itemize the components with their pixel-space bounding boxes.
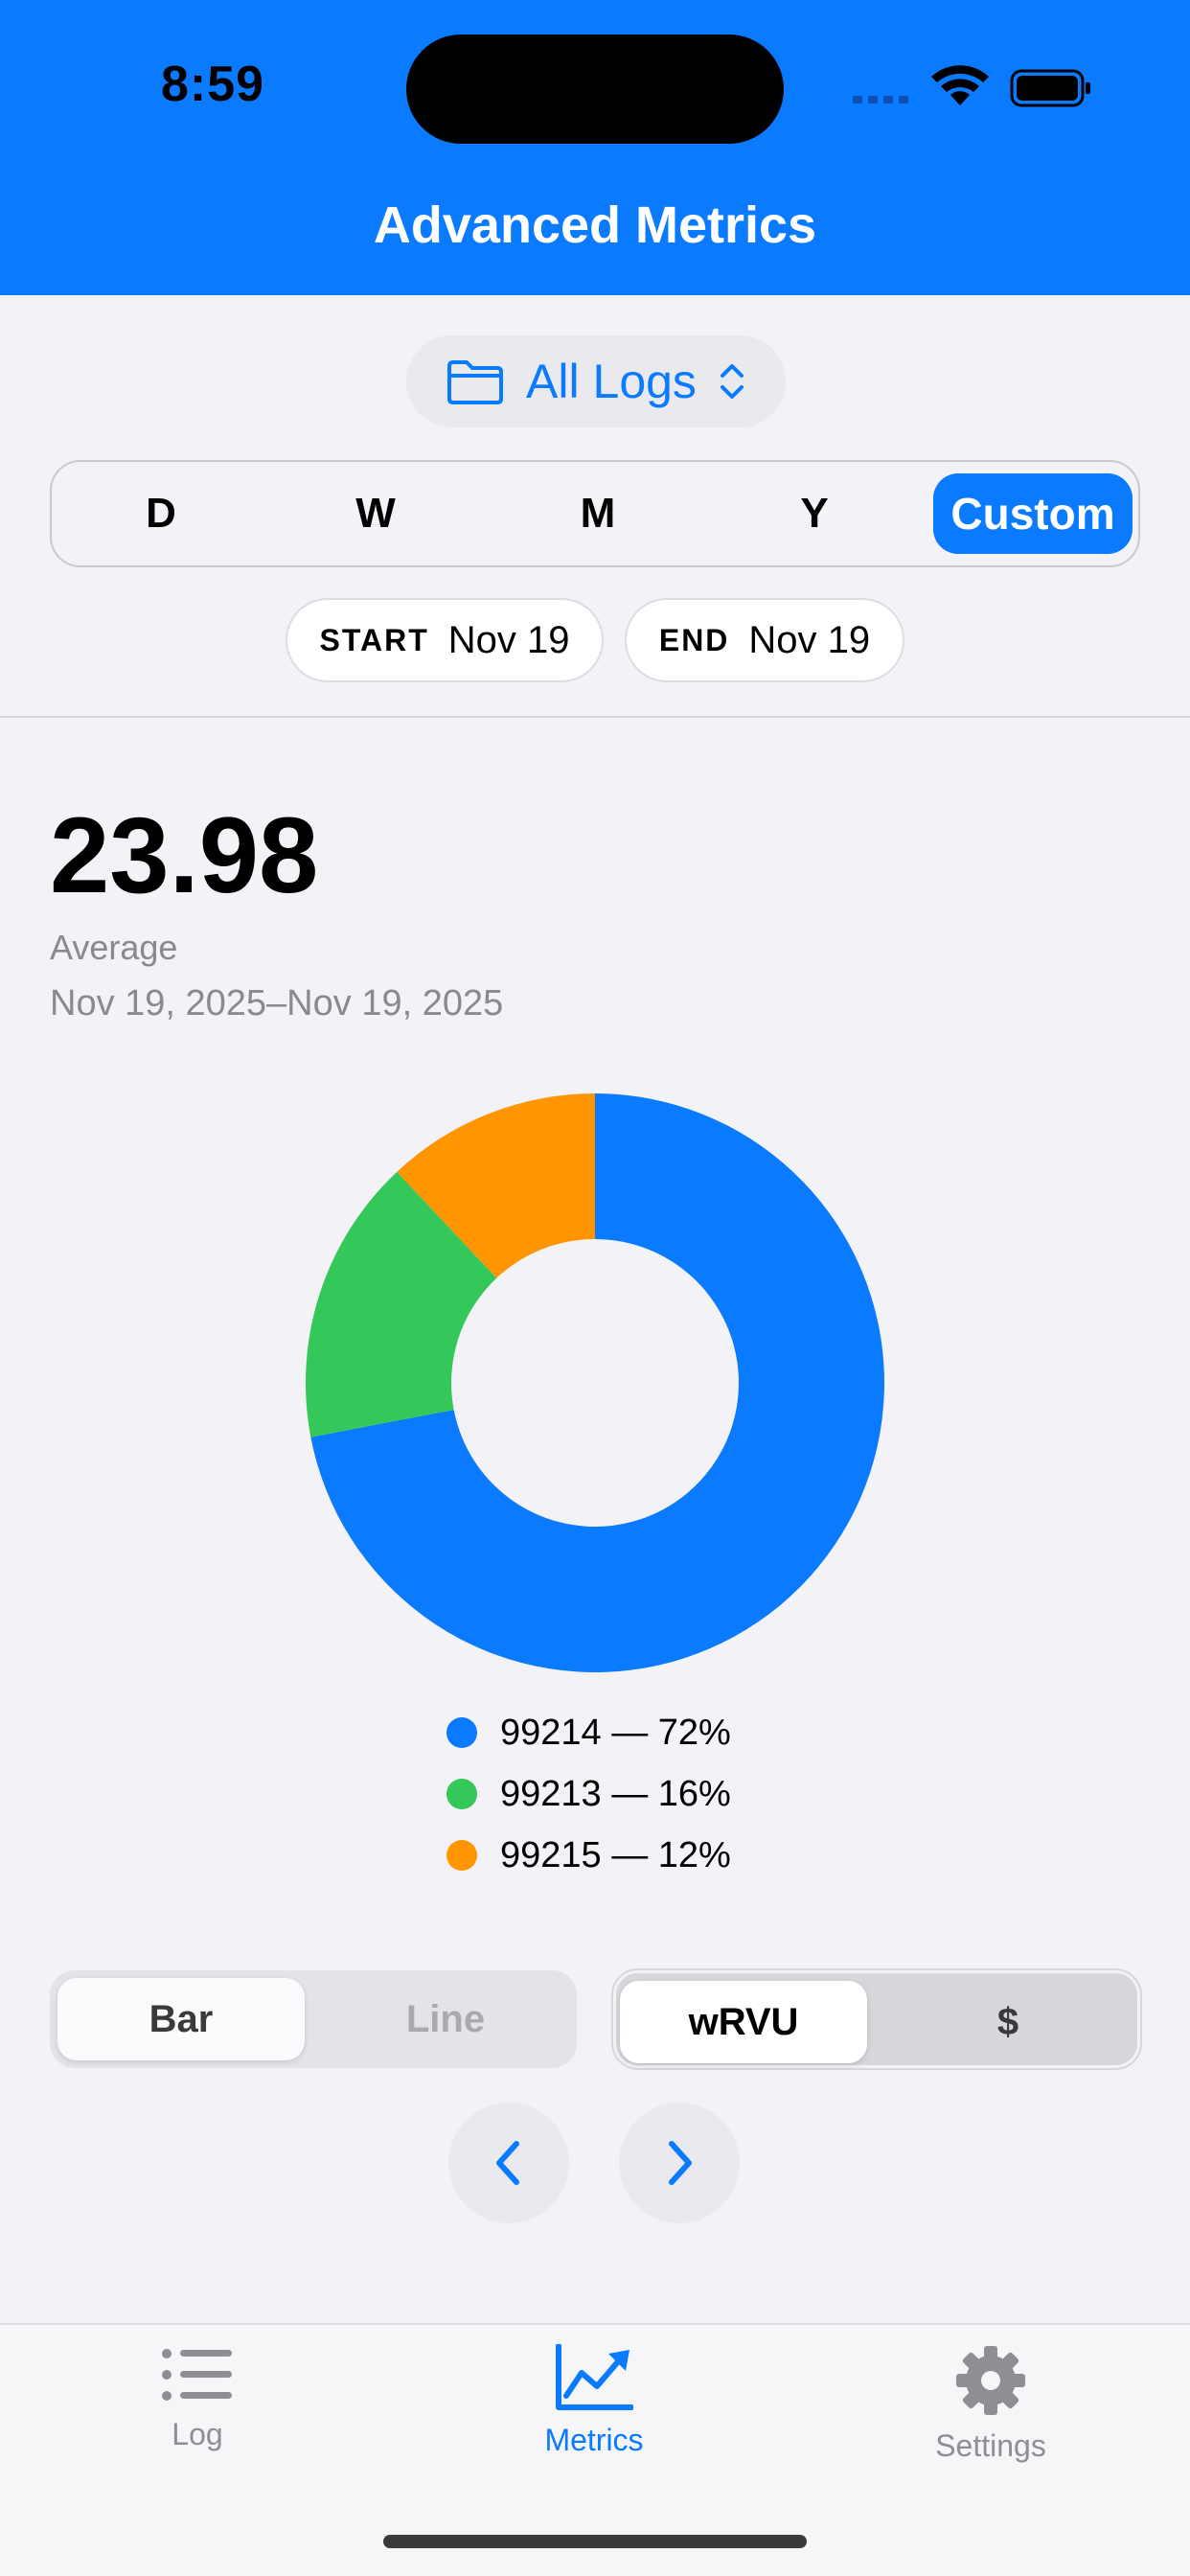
tab-log[interactable]: Log [54,2344,341,2497]
period-option-custom[interactable]: Custom [933,473,1133,554]
tab-metrics-label: Metrics [544,2423,644,2457]
page-title: Advanced Metrics [373,196,817,254]
chart-type-bar[interactable]: Bar [57,1978,305,2060]
donut-chart [306,1093,884,1672]
chevron-updown-icon [720,364,744,399]
metric-wrvu[interactable]: wRVU [620,1981,867,2063]
end-date-label: END [658,622,730,657]
gear-icon [956,2346,1025,2415]
list-icon [162,2349,232,2401]
metric-dollar[interactable]: $ [884,1981,1132,2063]
period-segmented-control: D W M Y Custom [50,460,1140,567]
end-date-value: Nov 19 [748,618,871,661]
legend-item: 99214 — 72% [446,1702,830,1763]
period-option-week[interactable]: W [324,462,427,565]
legend-item: 99213 — 16% [446,1763,830,1825]
folder-icon [447,360,504,404]
legend-label: 99213 — 16% [500,1773,731,1814]
start-date-label: START [319,622,429,657]
end-date-button[interactable]: END Nov 19 [625,598,904,682]
log-picker-button[interactable]: All Logs [406,335,786,427]
chart-type-line[interactable]: Line [322,1978,569,2060]
signal-icon [853,96,908,104]
tab-log-label: Log [172,2417,223,2451]
chevron-right-icon [669,2141,692,2185]
chart-type-toggle: Bar Line [50,1970,577,2068]
summary-date-range: Nov 19, 2025–Nov 19, 2025 [50,983,504,1024]
log-picker-label: All Logs [526,355,697,408]
legend-dot [446,1717,477,1748]
chevron-left-icon [496,2141,519,2185]
legend-dot [446,1840,477,1871]
period-option-month[interactable]: M [546,462,650,565]
chart-legend: 99214 — 72% 99213 — 16% 99215 — 12% [446,1702,830,1886]
summary-label: Average [50,928,178,967]
tab-settings-label: Settings [935,2428,1046,2463]
period-option-year[interactable]: Y [763,462,866,565]
legend-item: 99215 — 12% [446,1825,830,1886]
start-date-button[interactable]: START Nov 19 [286,598,604,682]
next-period-button[interactable] [619,2103,740,2223]
previous-period-button[interactable] [448,2103,569,2223]
start-date-value: Nov 19 [447,618,570,661]
nav-header: 8:59 Advanced Metrics [0,0,1190,295]
legend-dot [446,1779,477,1809]
section-divider [0,716,1190,718]
chart-line-icon [556,2344,633,2410]
period-option-day[interactable]: D [109,462,213,565]
status-time: 8:59 [161,57,265,112]
tab-settings[interactable]: Settings [847,2344,1134,2497]
dynamic-island [406,34,784,144]
wifi-icon [931,65,989,105]
legend-label: 99215 — 12% [500,1834,731,1875]
metric-toggle: wRVU $ [611,1968,1142,2070]
summary-value: 23.98 [50,795,319,915]
home-indicator [383,2535,807,2548]
status-icons [853,65,1090,107]
legend-label: 99214 — 72% [500,1712,731,1753]
battery-icon [1010,69,1090,107]
tab-metrics[interactable]: Metrics [450,2344,738,2497]
